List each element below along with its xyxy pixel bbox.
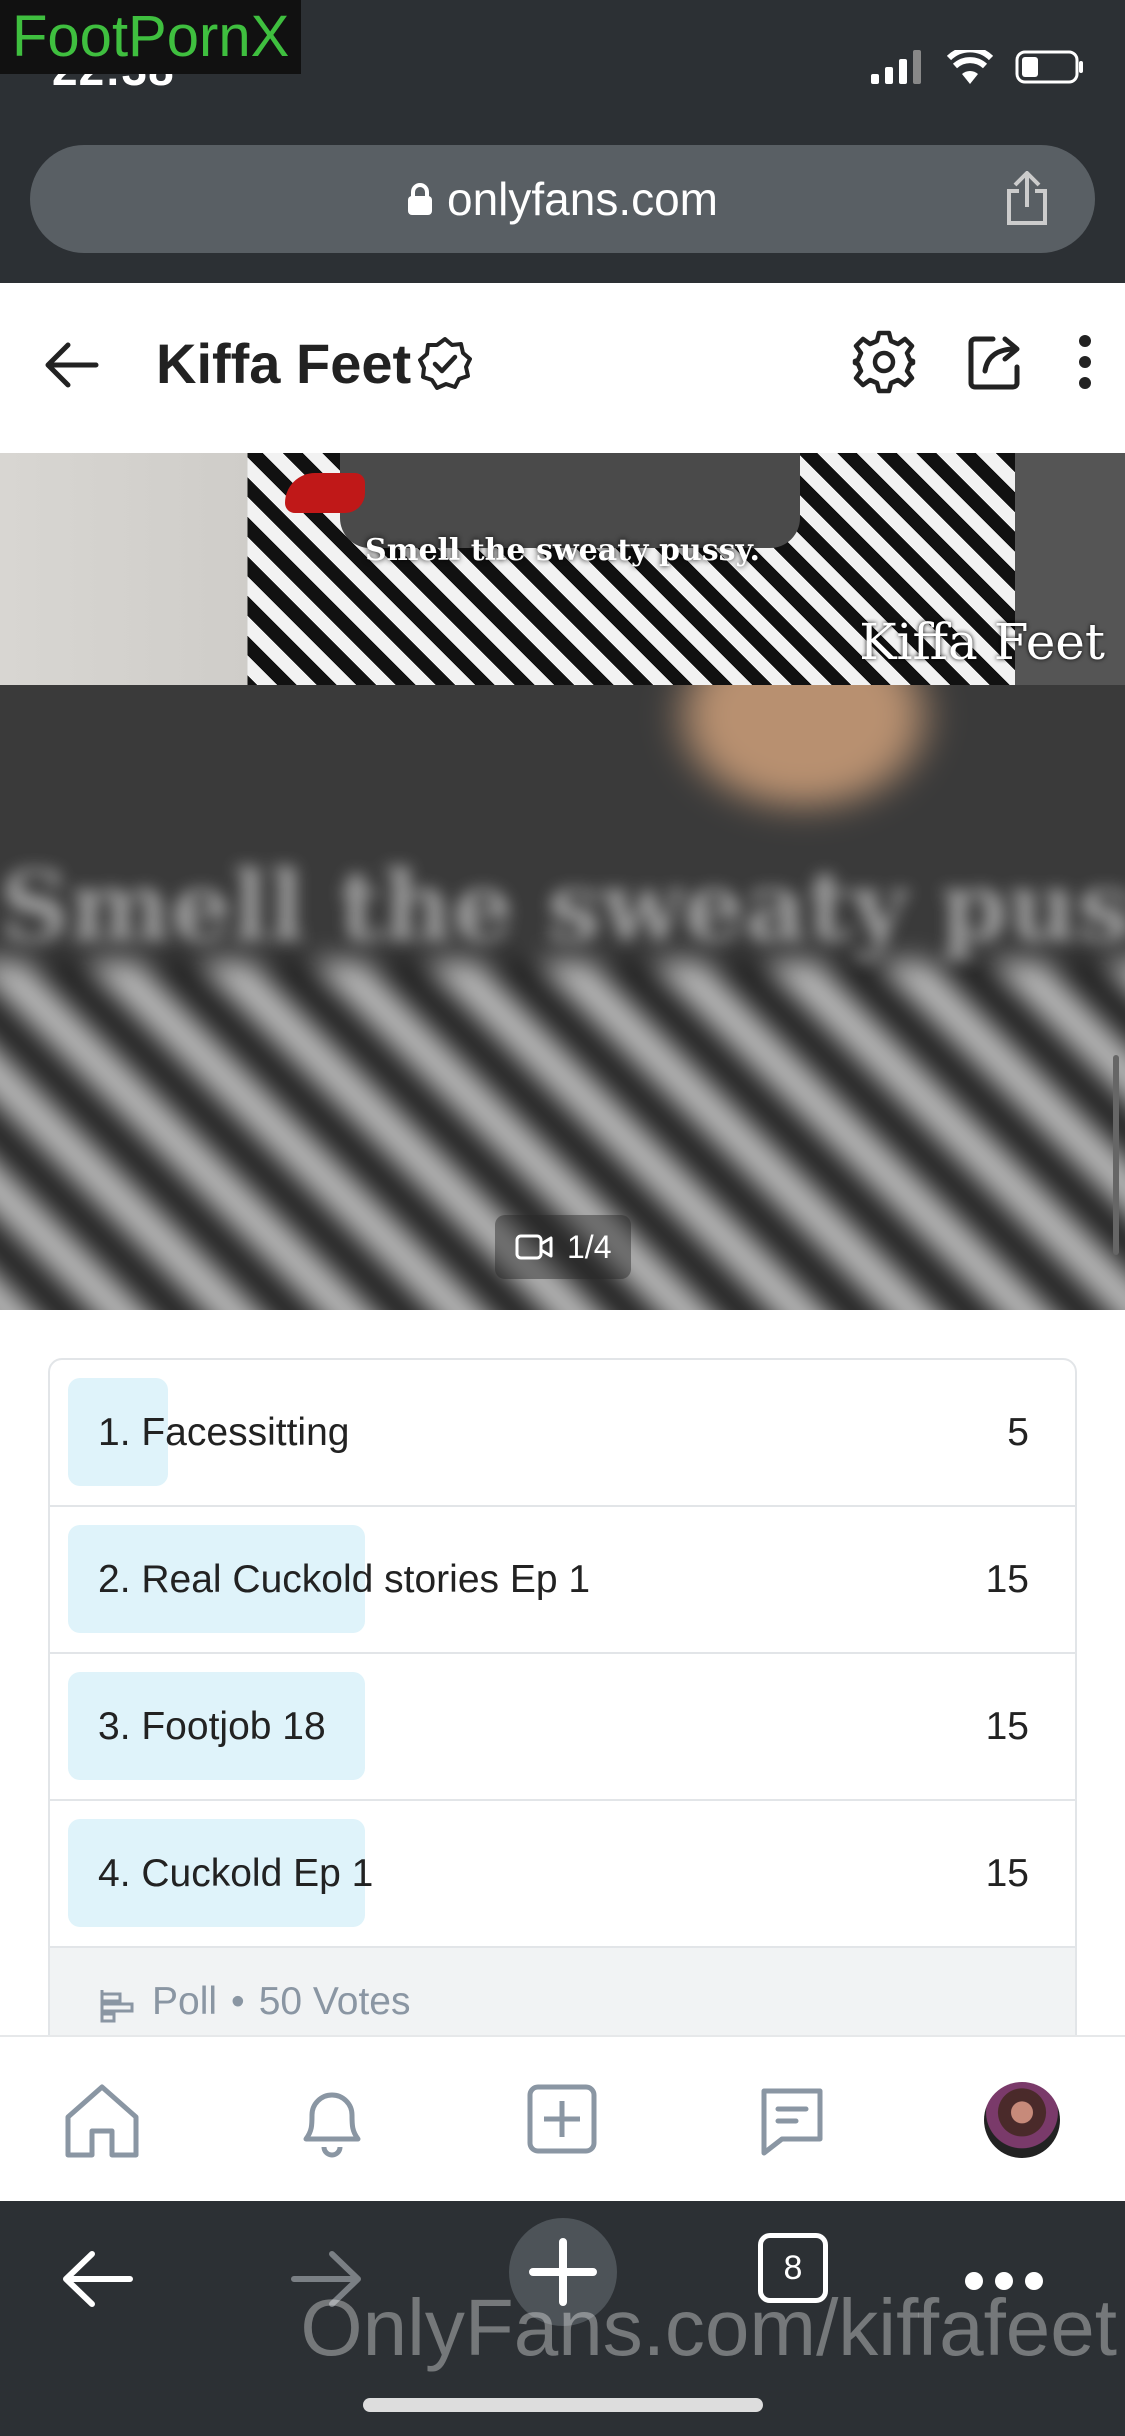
add-post-icon[interactable] xyxy=(524,2081,600,2157)
post-content: 1. Facessitting 5 2. Real Cuckold storie… xyxy=(0,1310,1125,2078)
signal-icon xyxy=(871,50,921,84)
poll-option-count: 15 xyxy=(985,1851,1029,1895)
media-counter-text: 1/4 xyxy=(567,1228,612,1265)
poll-option[interactable]: 2. Real Cuckold stories Ep 1 15 xyxy=(50,1507,1075,1654)
home-indicator xyxy=(363,2398,763,2412)
media-brand: Kiffa Feet xyxy=(859,613,1105,671)
back-arrow-icon[interactable] xyxy=(42,335,102,395)
poll-option[interactable]: 1. Facessitting 5 xyxy=(50,1360,1075,1507)
poll-footer-label: Poll xyxy=(152,1980,218,2023)
more-vertical-icon[interactable] xyxy=(1075,331,1095,393)
url-text: onlyfans.com xyxy=(446,173,718,225)
wifi-icon xyxy=(947,50,993,84)
share-profile-icon[interactable] xyxy=(965,331,1027,393)
battery-icon xyxy=(1015,50,1083,84)
post-media-blurred[interactable]: Smell the sweaty pussy. 1/4 xyxy=(0,685,1125,1310)
poll-option-label: 2. Real Cuckold stories Ep 1 xyxy=(98,1557,591,1601)
video-camera-icon xyxy=(515,1234,553,1260)
poll-footer-separator: • xyxy=(231,1980,245,2023)
poll-option-count: 15 xyxy=(985,1557,1029,1601)
poll-option[interactable]: 4. Cuckold Ep 1 15 xyxy=(50,1801,1075,1948)
poll-option[interactable]: 3. Footjob 18 15 xyxy=(50,1654,1075,1801)
poll-option-label: 4. Cuckold Ep 1 xyxy=(98,1851,374,1895)
poll-votes: 50 Votes xyxy=(258,1980,411,2023)
poll-option-count: 5 xyxy=(1007,1410,1029,1454)
profile-title: Kiffa Feet xyxy=(156,331,473,396)
verified-badge-icon xyxy=(418,336,473,390)
post-media-preview[interactable]: Smell the sweaty pussy. Kiffa Feet xyxy=(0,453,1125,685)
watermark-top: FootPornX xyxy=(0,0,302,74)
browser-back-icon[interactable] xyxy=(58,2246,134,2312)
profile-avatar[interactable] xyxy=(984,2082,1060,2158)
status-icons xyxy=(871,50,1085,84)
media-counter: 1/4 xyxy=(495,1215,632,1279)
blurred-caption: Smell the sweaty pussy. xyxy=(0,850,1125,963)
scroll-indicator xyxy=(1113,1055,1119,1255)
poll-option-label: 3. Footjob 18 xyxy=(98,1704,326,1748)
media-shoe xyxy=(285,473,365,513)
url-bar[interactable]: onlyfans.com xyxy=(30,145,1095,253)
poll: 1. Facessitting 5 2. Real Cuckold storie… xyxy=(48,1358,1077,2078)
app-tab-bar xyxy=(0,2035,1125,2201)
notifications-bell-icon[interactable] xyxy=(292,2081,372,2161)
lock-icon xyxy=(407,183,432,215)
poll-icon xyxy=(100,1990,134,2023)
settings-gear-icon[interactable] xyxy=(851,329,917,395)
profile-header: Kiffa Feet xyxy=(0,283,1125,453)
browser-top-bar: onlyfans.com xyxy=(0,135,1125,283)
poll-option-label: 1. Facessitting xyxy=(98,1410,350,1454)
home-icon[interactable] xyxy=(60,2081,144,2161)
share-icon[interactable] xyxy=(1003,171,1051,227)
poll-option-count: 15 xyxy=(985,1704,1029,1748)
messages-icon[interactable] xyxy=(754,2081,830,2161)
header-actions xyxy=(851,329,1095,395)
watermark-bottom: OnlyFans.com/kiffafeet xyxy=(300,2283,1117,2372)
profile-name: Kiffa Feet xyxy=(156,332,412,395)
url-display[interactable]: onlyfans.com xyxy=(30,145,1095,253)
media-caption: Smell the sweaty pussy. xyxy=(365,533,760,568)
